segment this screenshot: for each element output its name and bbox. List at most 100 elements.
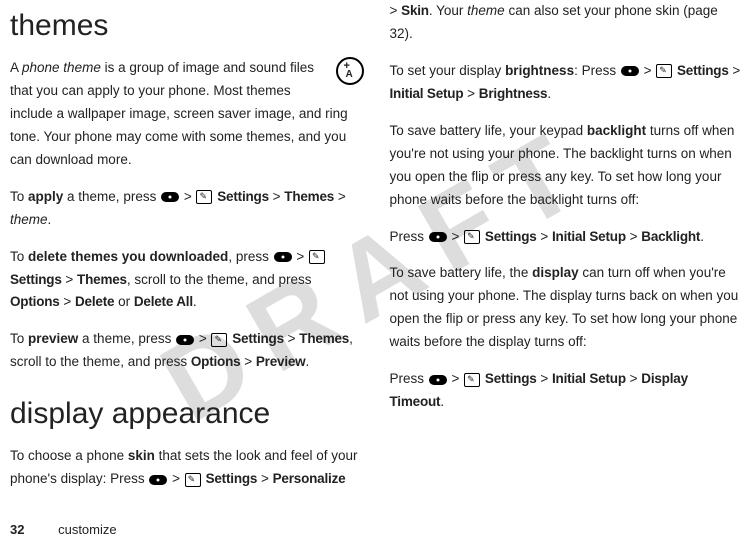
text: To set your display bbox=[390, 63, 506, 78]
sep: > bbox=[626, 371, 641, 386]
sep: > bbox=[448, 229, 463, 244]
para-backlight: To save battery life, your keypad backli… bbox=[390, 120, 744, 212]
term-phone-theme: phone theme bbox=[22, 60, 101, 75]
text: A bbox=[10, 60, 22, 75]
menu-initial-setup: Initial Setup bbox=[390, 86, 464, 101]
text: To save battery life, the bbox=[390, 265, 533, 280]
term-theme: theme bbox=[467, 3, 505, 18]
footer: 32 customize bbox=[10, 519, 117, 541]
sep: > bbox=[334, 189, 346, 204]
sep: > bbox=[729, 63, 741, 78]
para-theme-intro: A phone theme is a group of image and so… bbox=[10, 57, 364, 172]
sep: > bbox=[168, 471, 183, 486]
settings-icon bbox=[185, 473, 201, 487]
sep: > bbox=[195, 331, 210, 346]
para-display-press: Press > Settings > Initial Setup > Displ… bbox=[390, 368, 744, 414]
text: : Press bbox=[574, 63, 620, 78]
sep: > bbox=[62, 272, 77, 287]
term-delete: delete themes you downloaded bbox=[28, 249, 228, 264]
text: To save battery life, your keypad bbox=[390, 123, 587, 138]
text: is a group of image and sound files that… bbox=[10, 60, 348, 167]
menu-settings: Settings bbox=[232, 331, 284, 346]
sep: > bbox=[463, 86, 478, 101]
para-preview: To preview a theme, press > Settings > T… bbox=[10, 328, 364, 374]
text: . Your bbox=[429, 3, 467, 18]
center-key-icon bbox=[161, 192, 179, 202]
center-key-icon bbox=[149, 475, 167, 485]
menu-themes: Themes bbox=[77, 272, 127, 287]
sep: > bbox=[284, 331, 299, 346]
sep: > bbox=[537, 371, 552, 386]
left-column: themes A phone theme is a group of image… bbox=[10, 0, 364, 505]
term-apply: apply bbox=[28, 189, 63, 204]
text: , press bbox=[228, 249, 272, 264]
para-display-off: To save battery life, the display can tu… bbox=[390, 262, 744, 354]
menu-brightness: Brightness bbox=[479, 86, 548, 101]
text: To bbox=[10, 331, 28, 346]
text: To bbox=[10, 249, 28, 264]
menu-settings: Settings bbox=[677, 63, 729, 78]
para-brightness: To set your display brightness: Press > … bbox=[390, 60, 744, 106]
term-preview: preview bbox=[28, 331, 78, 346]
sep: > bbox=[293, 249, 308, 264]
sep: > bbox=[640, 63, 655, 78]
feature-icon bbox=[336, 57, 364, 85]
term-brightness: brightness bbox=[505, 63, 574, 78]
center-key-icon bbox=[429, 232, 447, 242]
text: To bbox=[10, 189, 28, 204]
page-content: themes A phone theme is a group of image… bbox=[0, 0, 753, 505]
heading-display-appearance: display appearance bbox=[10, 388, 364, 439]
sep: > bbox=[60, 294, 75, 309]
sep: > bbox=[626, 229, 641, 244]
menu-settings: Settings bbox=[10, 272, 62, 287]
menu-delete: Delete bbox=[75, 294, 114, 309]
menu-personalize: Personalize bbox=[273, 471, 346, 486]
menu-options: Options bbox=[10, 294, 60, 309]
center-key-icon bbox=[429, 375, 447, 385]
term-skin: skin bbox=[128, 448, 155, 463]
text: Press bbox=[390, 229, 428, 244]
para-delete: To delete themes you downloaded, press >… bbox=[10, 246, 364, 315]
settings-icon bbox=[464, 373, 480, 387]
right-column: > Skin. Your theme can also set your pho… bbox=[390, 0, 744, 505]
settings-icon bbox=[211, 333, 227, 347]
menu-preview: Preview bbox=[256, 354, 306, 369]
text: , scroll to the theme, and press bbox=[127, 272, 312, 287]
sep: > bbox=[257, 471, 272, 486]
text: Press bbox=[390, 371, 428, 386]
menu-skin: Skin bbox=[401, 3, 429, 18]
center-key-icon bbox=[621, 66, 639, 76]
para-skin-cont: > Skin. Your theme can also set your pho… bbox=[390, 0, 744, 46]
text: or bbox=[114, 294, 134, 309]
menu-settings: Settings bbox=[206, 471, 258, 486]
menu-options: Options bbox=[191, 354, 241, 369]
menu-settings: Settings bbox=[217, 189, 269, 204]
text: a theme, press bbox=[63, 189, 160, 204]
settings-icon bbox=[464, 230, 480, 244]
settings-icon bbox=[196, 190, 212, 204]
menu-backlight: Backlight bbox=[641, 229, 700, 244]
center-key-icon bbox=[274, 252, 292, 262]
heading-themes: themes bbox=[10, 0, 364, 51]
settings-icon bbox=[656, 64, 672, 78]
menu-themes: Themes bbox=[284, 189, 334, 204]
var-theme: theme bbox=[10, 212, 48, 227]
sep: > bbox=[537, 229, 552, 244]
term-backlight: backlight bbox=[587, 123, 646, 138]
text: a theme, press bbox=[78, 331, 175, 346]
menu-delete-all: Delete All bbox=[134, 294, 193, 309]
sep: > bbox=[269, 189, 284, 204]
sep: > bbox=[180, 189, 195, 204]
term-display: display bbox=[532, 265, 579, 280]
menu-settings: Settings bbox=[485, 229, 537, 244]
menu-settings: Settings bbox=[485, 371, 537, 386]
center-key-icon bbox=[176, 335, 194, 345]
para-apply: To apply a theme, press > Settings > The… bbox=[10, 186, 364, 232]
settings-icon bbox=[309, 250, 325, 264]
menu-themes: Themes bbox=[299, 331, 349, 346]
menu-initial-setup: Initial Setup bbox=[552, 229, 626, 244]
para-skin: To choose a phone skin that sets the loo… bbox=[10, 445, 364, 491]
text: To choose a phone bbox=[10, 448, 128, 463]
para-backlight-press: Press > Settings > Initial Setup > Backl… bbox=[390, 226, 744, 249]
menu-initial-setup: Initial Setup bbox=[552, 371, 626, 386]
